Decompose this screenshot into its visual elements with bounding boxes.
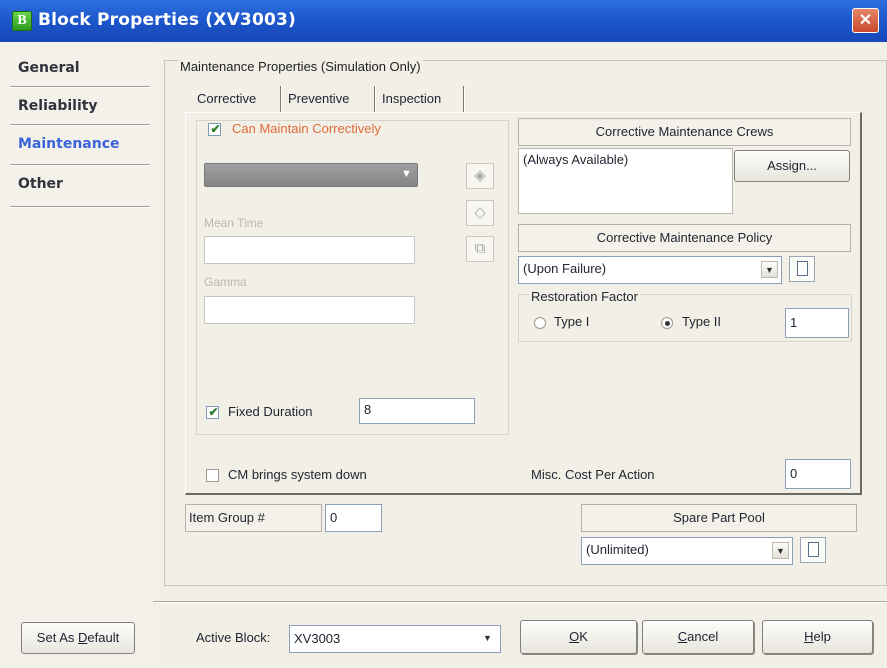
misc-cost-label: Misc. Cost Per Action (531, 467, 655, 482)
policy-header: Corrective Maintenance Policy (518, 224, 851, 252)
nav-divider (10, 124, 150, 126)
spare-pool-value: (Unlimited) (586, 542, 649, 557)
document-icon (797, 261, 808, 276)
help-button[interactable]: Help (762, 620, 873, 654)
spare-pool-header: Spare Part Pool (581, 504, 857, 532)
check-icon: ✔ (210, 122, 221, 136)
crews-header: Corrective Maintenance Crews (518, 118, 851, 146)
spare-pool-details-button[interactable] (800, 537, 826, 563)
type1-label: Type I (554, 314, 590, 329)
restoration-factor-input[interactable]: 1 (785, 308, 849, 338)
item-group-label: Item Group # (185, 504, 322, 532)
type1-radio[interactable] (534, 317, 546, 329)
restoration-label: Restoration Factor (529, 289, 640, 304)
tab-corrective[interactable]: Corrective (197, 86, 256, 114)
diamond-icon: ◈ (474, 167, 486, 184)
cm-brings-down-checkbox[interactable] (206, 469, 219, 482)
chevron-down-icon: ▼ (772, 542, 789, 559)
app-icon: B (12, 11, 32, 31)
cancel-button[interactable]: Cancel (642, 620, 754, 654)
policy-details-button[interactable] (789, 256, 815, 282)
calculator-button[interactable]: ◈ (466, 163, 494, 189)
gamma-input[interactable] (204, 296, 415, 324)
left-nav (0, 42, 153, 602)
chevron-down-icon: ▼ (483, 633, 492, 643)
can-maintain-label: Can Maintain Correctively (232, 121, 381, 136)
close-button[interactable]: ✕ (852, 8, 879, 33)
tab-separator (463, 86, 465, 112)
tab-inspection[interactable]: Inspection (382, 86, 441, 114)
crews-list[interactable]: (Always Available) (518, 148, 733, 214)
spare-pool-dropdown[interactable]: (Unlimited) ▼ (581, 537, 793, 565)
item-group-input[interactable]: 0 (325, 504, 382, 532)
quick-parameter-button[interactable]: ◇ (466, 200, 494, 226)
nav-divider (10, 206, 150, 208)
fixed-duration-label: Fixed Duration (228, 404, 313, 419)
misc-cost-input[interactable]: 0 (785, 459, 851, 489)
set-as-default-button[interactable]: Set As Default (21, 622, 135, 654)
tab-preventive[interactable]: Preventive (288, 86, 349, 114)
policy-dropdown[interactable]: (Upon Failure) ▼ (518, 256, 782, 284)
chevron-down-icon: ▼ (761, 261, 778, 278)
policy-value: (Upon Failure) (523, 261, 607, 276)
nav-item-general[interactable]: General (18, 60, 148, 76)
tab-separator (280, 86, 282, 112)
type2-radio[interactable] (661, 317, 673, 329)
nav-item-maintenance[interactable]: Maintenance (18, 136, 148, 152)
distribution-dropdown[interactable]: ▼ (204, 163, 418, 187)
mean-time-input[interactable] (204, 236, 415, 264)
fixed-duration-input[interactable]: 8 (359, 398, 475, 424)
ok-button[interactable]: OK (520, 620, 637, 654)
check-icon: ✔ (208, 405, 219, 419)
can-maintain-checkbox[interactable]: ✔ (208, 123, 221, 136)
type2-label: Type II (682, 314, 722, 329)
chart-icon: ⧉ (474, 240, 486, 257)
active-block-value: XV3003 (294, 631, 341, 646)
window-title: Block Properties (XV3003) (38, 10, 297, 30)
cm-brings-down-label: CM brings system down (228, 467, 367, 482)
nav-divider (10, 164, 150, 166)
plot-button[interactable]: ⧉ (466, 236, 494, 262)
active-block-dropdown[interactable]: XV3003 ▼ (289, 625, 501, 653)
gamma-label: Gamma (204, 275, 247, 289)
title-bar: B Block Properties (XV3003) ✕ (0, 0, 887, 42)
mean-time-label: Mean Time (204, 216, 264, 230)
nav-divider (10, 86, 150, 88)
document-icon (808, 542, 819, 557)
footer-divider (153, 601, 887, 603)
fixed-duration-checkbox[interactable]: ✔ (206, 406, 219, 419)
nav-item-reliability[interactable]: Reliability (18, 98, 148, 114)
close-icon: ✕ (858, 12, 873, 29)
group-title: Maintenance Properties (Simulation Only) (178, 59, 423, 74)
tab-separator (374, 86, 376, 112)
nav-item-other[interactable]: Other (18, 176, 148, 192)
chevron-down-icon: ▼ (401, 168, 412, 180)
assign-crew-button[interactable]: Assign... (734, 150, 850, 182)
active-block-label: Active Block: (196, 630, 271, 645)
diamond-outline-icon: ◇ (474, 204, 486, 221)
